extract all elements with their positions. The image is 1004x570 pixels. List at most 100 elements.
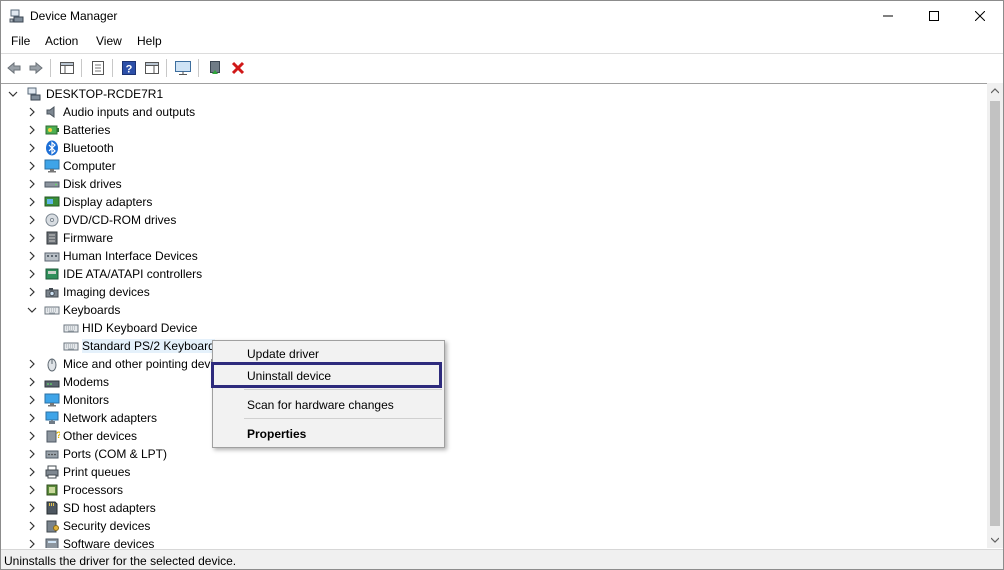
chevron-right-icon[interactable] xyxy=(27,467,37,477)
tree-root[interactable]: DESKTOP-RCDE7R1 xyxy=(1,85,301,103)
menu-help[interactable]: Help xyxy=(135,34,164,48)
tree-category-item[interactable]: Bluetooth xyxy=(1,139,401,157)
scan-hardware-button[interactable] xyxy=(173,58,193,78)
tree-item-label: Software devices xyxy=(63,537,155,548)
back-button[interactable] xyxy=(4,58,24,78)
tree-category-item[interactable]: Firmware xyxy=(1,229,401,247)
tree-category-item[interactable]: SD host adapters xyxy=(1,499,401,517)
ctx-update-driver[interactable]: Update driver xyxy=(247,347,319,361)
chevron-right-icon[interactable] xyxy=(27,539,37,548)
chevron-right-icon[interactable] xyxy=(27,179,37,189)
vertical-scrollbar[interactable] xyxy=(987,83,1003,548)
tree-category-item[interactable]: Keyboards xyxy=(1,301,401,319)
tree-category-item[interactable]: Imaging devices xyxy=(1,283,401,301)
keyboard-icon xyxy=(44,306,60,315)
tree-category-item[interactable]: IDE ATA/ATAPI controllers xyxy=(1,265,401,283)
uninstall-highlight-box xyxy=(211,362,442,388)
chevron-right-icon[interactable] xyxy=(27,377,37,387)
chevron-right-icon[interactable] xyxy=(27,395,37,405)
close-button[interactable] xyxy=(957,1,1003,31)
tree-item-label: Firmware xyxy=(63,231,113,245)
window-title: Device Manager xyxy=(30,9,118,23)
toolbar-separator xyxy=(198,59,199,77)
device-tree[interactable]: DESKTOP-RCDE7R1 Audio inputs and outputs… xyxy=(1,83,987,548)
chevron-right-icon[interactable] xyxy=(27,485,37,495)
chevron-right-icon[interactable] xyxy=(27,269,37,279)
ctx-separator xyxy=(244,418,442,419)
tree-category-item[interactable]: Print queues xyxy=(1,463,401,481)
scroll-up-button[interactable] xyxy=(987,83,1003,99)
scroll-down-button[interactable] xyxy=(987,532,1003,548)
menu-view[interactable]: View xyxy=(94,34,124,48)
uninstall-device-toolbar-button[interactable] xyxy=(228,58,248,78)
hid-icon xyxy=(44,252,60,262)
tree-category-item[interactable]: Software devices xyxy=(1,535,401,548)
action-pane-icon xyxy=(145,62,159,74)
title-bar: Device Manager xyxy=(1,1,1003,31)
chevron-right-icon[interactable] xyxy=(27,521,37,531)
tree-category-item[interactable]: Audio inputs and outputs xyxy=(1,103,401,121)
help-button[interactable]: ? xyxy=(119,58,139,78)
chevron-right-icon[interactable] xyxy=(27,287,37,297)
tree-item-label: Mice and other pointing devices xyxy=(63,357,232,371)
forward-button[interactable] xyxy=(26,58,46,78)
chevron-down-icon[interactable] xyxy=(8,89,18,99)
chevron-right-icon[interactable] xyxy=(27,449,37,459)
chevron-right-icon[interactable] xyxy=(27,125,37,135)
minimize-icon xyxy=(883,15,893,17)
tree-category-item[interactable]: Batteries xyxy=(1,121,401,139)
ctx-separator xyxy=(244,389,442,390)
toolbar-separator xyxy=(81,59,82,77)
chevron-right-icon[interactable] xyxy=(27,413,37,423)
tree-category-item[interactable]: Human Interface Devices xyxy=(1,247,401,265)
processor-icon xyxy=(46,484,58,496)
scroll-thumb[interactable] xyxy=(990,101,1000,526)
scroll-up-arrow-icon xyxy=(991,88,999,94)
chevron-right-icon[interactable] xyxy=(27,431,37,441)
update-driver-button[interactable] xyxy=(205,58,225,78)
svg-text:?: ? xyxy=(126,64,133,76)
dvd-icon xyxy=(45,213,59,227)
menu-action[interactable]: Action xyxy=(43,34,80,48)
context-menu: Update driver Uninstall device Scan for … xyxy=(212,340,445,448)
show-hide-console-tree-button[interactable] xyxy=(57,58,77,78)
action-pane-button[interactable] xyxy=(142,58,162,78)
update-driver-icon xyxy=(210,61,220,74)
chevron-right-icon[interactable] xyxy=(27,197,37,207)
tree-item-label: Modems xyxy=(63,375,110,389)
menu-file[interactable]: File xyxy=(9,34,32,48)
minimize-button[interactable] xyxy=(865,1,911,31)
chevron-right-icon[interactable] xyxy=(27,503,37,513)
chevron-right-icon[interactable] xyxy=(27,143,37,153)
tree-item-label: Other devices xyxy=(63,429,138,443)
tree-item-label: Security devices xyxy=(63,519,151,533)
properties-toolbar-button[interactable] xyxy=(88,58,108,78)
tree-category-item[interactable]: Computer xyxy=(1,157,401,175)
maximize-icon xyxy=(929,11,939,21)
ctx-properties[interactable]: Properties xyxy=(247,427,306,441)
chevron-right-icon[interactable] xyxy=(27,359,37,369)
tree-item-label: Computer xyxy=(63,159,116,173)
tree-item-label: Processors xyxy=(63,483,124,497)
tree-category-item[interactable]: DVD/CD-ROM drives xyxy=(1,211,401,229)
tree-item-label: Monitors xyxy=(63,393,110,407)
chevron-right-icon[interactable] xyxy=(27,251,37,261)
tree-category-item[interactable]: Disk drives xyxy=(1,175,401,193)
tree-device-item[interactable]: HID Keyboard Device xyxy=(1,319,401,337)
tree-item-label: Keyboards xyxy=(63,303,121,317)
tree-category-item[interactable]: Processors xyxy=(1,481,401,499)
maximize-button[interactable] xyxy=(911,1,957,31)
chevron-down-icon[interactable] xyxy=(27,305,37,315)
tree-category-item[interactable]: Security devices xyxy=(1,517,401,535)
tree-item-label: DVD/CD-ROM drives xyxy=(63,213,177,227)
chevron-right-icon[interactable] xyxy=(27,233,37,243)
battery-icon xyxy=(45,125,59,135)
tree-category-item[interactable]: Display adapters xyxy=(1,193,401,211)
chevron-right-icon[interactable] xyxy=(27,215,37,225)
chevron-right-icon[interactable] xyxy=(27,107,37,117)
forward-arrow-icon xyxy=(29,61,43,75)
ctx-scan-hardware[interactable]: Scan for hardware changes xyxy=(247,398,394,412)
chevron-right-icon[interactable] xyxy=(27,161,37,171)
computer-root-icon xyxy=(27,87,41,101)
tree-item-label: Disk drives xyxy=(63,177,122,191)
